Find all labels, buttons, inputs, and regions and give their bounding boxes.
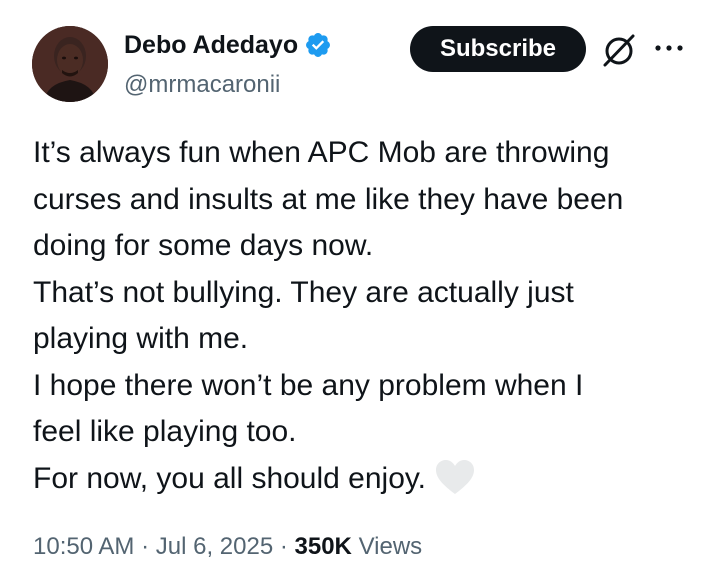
tweet-line: curses and insults at me like they have … [33, 182, 624, 216]
meta-separator: · [141, 533, 150, 560]
tweet-line: playing with me. [33, 322, 249, 355]
verified-badge-icon [306, 33, 331, 57]
author-name-row[interactable]: Debo Adedayo [124, 30, 332, 60]
more-horizontal-icon[interactable] [652, 36, 686, 60]
profile-photo [32, 26, 108, 102]
views-label: Views [358, 533, 423, 560]
author-name[interactable]: Debo Adedayo [124, 30, 298, 60]
grok-icon[interactable] [600, 31, 638, 69]
meta-separator: · [279, 533, 288, 560]
views-count[interactable]: 350K [295, 533, 352, 560]
tweet-line-text: For now, you all should enjoy. [33, 461, 427, 495]
author-handle[interactable]: @mrmacaronii [124, 70, 280, 100]
subscribe-button[interactable]: Subscribe [410, 26, 586, 72]
tweet-line: feel like playing too. [33, 415, 297, 448]
tweet-line: It’s always fun when APC Mob are throwin… [33, 136, 610, 169]
white-heart-icon [436, 459, 475, 494]
tweet-date[interactable]: Jul 6, 2025 [156, 533, 273, 560]
author-avatar[interactable] [32, 26, 108, 102]
tweet-text: It’s always fun when APC Mob are throwin… [33, 130, 693, 502]
tweet-line: doing for some days now. [33, 229, 374, 262]
tweet-line-last: For now, you all should enjoy. [33, 456, 693, 503]
tweet-meta: 10:50 AM · Jul 6, 2025 · 350K Views [33, 531, 422, 563]
tweet-line: I hope there won’t be any problem when I [33, 368, 584, 402]
tweet-line: That’s not bullying. They are actually j… [33, 275, 574, 309]
tweet-time[interactable]: 10:50 AM [33, 533, 134, 560]
